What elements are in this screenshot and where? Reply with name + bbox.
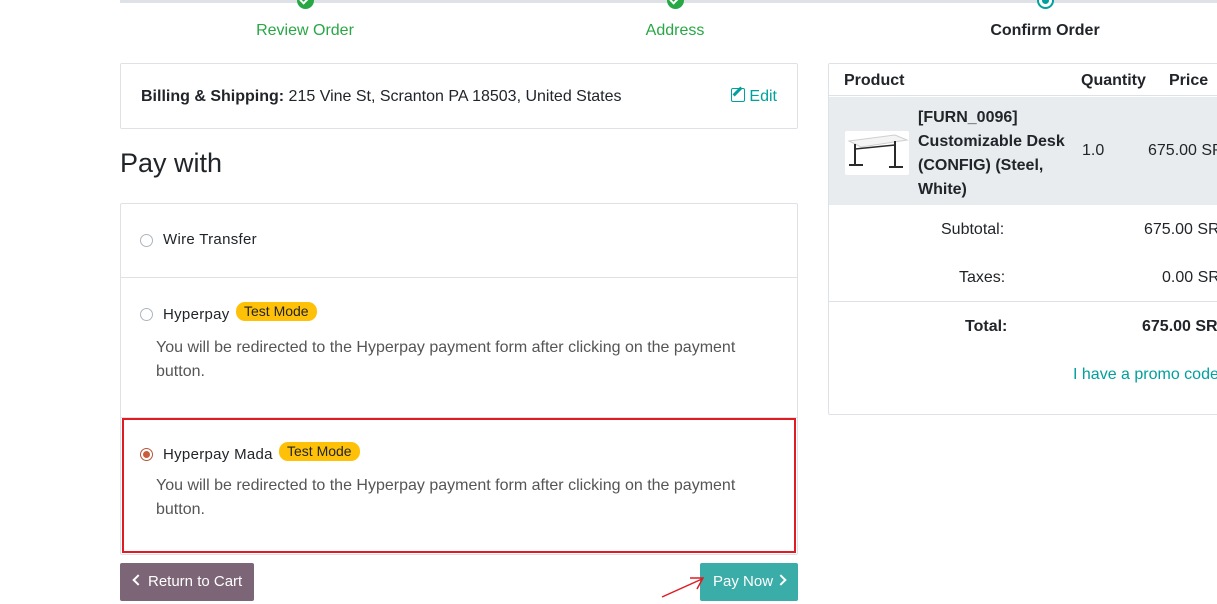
address-line: Billing & Shipping: 215 Vine St, Scranto… [141,88,622,106]
pay-now-label: Pay Now [713,573,774,590]
step-label: Confirm Order [990,22,1100,39]
billing-shipping-card: Billing & Shipping: 215 Vine St, Scranto… [120,63,798,129]
payment-option-hyperpay-mada[interactable]: Hyperpay Mada Test Mode You will be redi… [122,418,796,553]
return-to-cart-button[interactable]: Return to Cart [120,563,254,601]
payment-option-name: Hyperpay Mada [163,446,273,463]
column-product: Product [844,72,905,89]
edit-icon [731,88,746,102]
payment-option-name: Hyperpay [163,306,230,323]
payment-option-description: You will be redirected to the Hyperpay p… [156,339,736,380]
check-icon [297,0,314,9]
hyperpay-radio[interactable] [140,308,153,321]
chevron-left-icon [132,574,144,586]
total-value: 675.00 SR [1142,318,1217,335]
payment-option-wire-transfer[interactable]: Wire Transfer [121,204,797,278]
subtotal-label: Subtotal: [941,221,1005,238]
test-mode-badge: Test Mode [236,302,317,321]
hyperpay-mada-radio[interactable] [140,448,153,461]
pay-with-heading: Pay with [120,148,223,178]
order-summary: Product Quantity Price [FURN_0096] Custo… [828,63,1217,415]
step-label: Address [645,22,705,39]
checkout-progress: Review Order Address Confirm Order [120,0,1217,48]
address-value: 215 Vine St, Scranton PA 18503, United S… [288,88,622,105]
test-mode-badge: Test Mode [279,442,360,461]
summary-header: Product Quantity Price [829,64,1217,96]
payment-option-description: You will be redirected to the Hyperpay p… [156,477,736,518]
wire-transfer-radio[interactable] [140,234,153,247]
table-row: [FURN_0096] Customizable Desk (CONFIG) (… [829,97,1217,205]
subtotal-value: 675.00 SR [1144,221,1217,238]
current-step-icon [1037,0,1054,9]
product-name: [FURN_0096] Customizable Desk (CONFIG) (… [918,109,1065,198]
taxes-value: 0.00 SR [1162,269,1217,286]
payment-option-hyperpay[interactable]: Hyperpay Test Mode You will be redirecte… [121,278,797,418]
column-quantity: Quantity [1081,72,1146,89]
chevron-right-icon [775,574,787,586]
divider [829,301,1217,302]
promo-code-link[interactable]: I have a promo code [1073,366,1217,384]
product-price: 675.00 SR [1148,142,1217,159]
return-to-cart-label: Return to Cart [148,573,243,590]
product-quantity: 1.0 [1082,142,1105,159]
edit-address-link[interactable]: Edit [731,88,777,106]
taxes-label: Taxes: [959,269,1006,286]
step-label: Review Order [256,22,354,39]
total-label: Total: [965,318,1008,335]
product-image [845,131,909,175]
annotation-arrow-icon [661,577,705,598]
check-icon [667,0,684,9]
pay-now-button[interactable]: Pay Now [700,563,798,601]
address-label: Billing & Shipping: [141,88,285,105]
payment-methods: Wire Transfer Hyperpay Test Mode You wil… [120,203,798,555]
column-price: Price [1169,72,1209,89]
payment-option-name: Wire Transfer [163,231,257,248]
edit-label: Edit [749,88,777,105]
